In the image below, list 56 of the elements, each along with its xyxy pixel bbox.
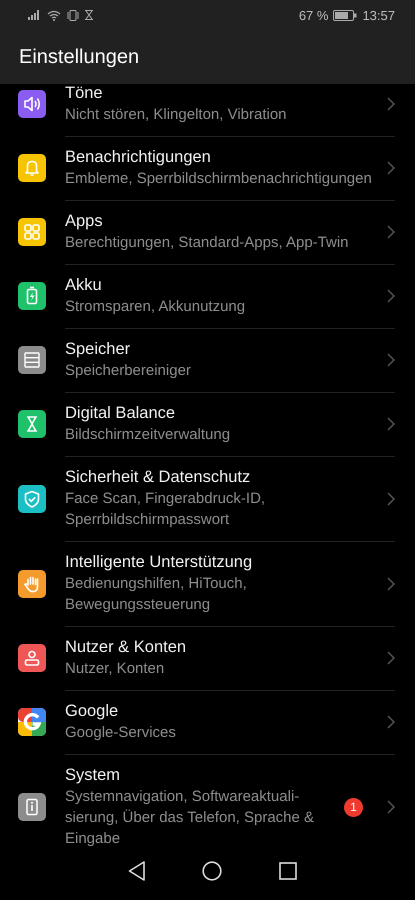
item-title: Digital Balance [65,403,176,424]
item-subtitle: Embleme, Sperrbildschirmbenachrichtigungen [65,169,373,189]
clock: 13:57 [362,8,395,22]
recents-icon[interactable] [278,862,297,880]
wifi-icon [47,10,61,20]
chevron-icon [387,353,395,367]
item-subtitle: Nutzer, Konten [65,659,166,679]
signal-icon [28,10,42,20]
screen-title: Einstellungen [19,46,140,68]
chevron-icon [387,492,395,506]
item-subtitle: Google-Services [65,723,177,743]
item-subtitle: Bildschirmzeitverwaltung [65,425,232,445]
settings-item[interactable]: Akku Stromsparen, Akkunutzung [0,264,415,328]
item-title: Sicherheit & Datenschutz [65,467,252,488]
chevron-icon [387,97,395,111]
home-icon[interactable] [202,861,222,881]
battery-icon [333,10,358,20]
settings-item[interactable]: Benachrichtigungen Embleme, Sperrbildschirmbenachrichtigungen [0,136,415,200]
item-title: Apps [65,211,104,232]
battery-percentage: 67 % [298,8,328,22]
item-subtitle: Nicht stören, Klingelton, Vibration [65,105,288,125]
chevron-icon [387,651,395,665]
vibrate-icon [66,10,80,20]
settings-item[interactable]: Nutzer & Konten Nutzer, Konten [0,626,415,690]
back-icon[interactable] [128,861,146,881]
item-subtitle: Bedienungshilfen, HiTouch, Bewegungssteuerung [65,574,248,615]
item-title: Akku [65,275,103,296]
chevron-icon [387,225,395,239]
chevron-icon [387,417,395,431]
chevron-icon [387,715,395,729]
settings-item[interactable]: Speicher Speicherbereiniger [0,328,415,392]
item-title: Intelligente Unterstützung [65,552,254,573]
settings-item[interactable]: Digital Balance Bildschirmzeitverwaltung [0,392,415,456]
hourglass-icon [85,10,93,20]
settings-item[interactable]: Sicherheit & Datenschutz Face Scan, Fingerabdruck-ID, Sperrbildschirmpasswort [0,456,415,541]
notification-badge: 1 [344,798,363,816]
item-title: System [65,765,122,786]
item-title: Töne [65,84,104,104]
item-title: Google [65,701,120,722]
item-title: Speicher [65,339,132,360]
chevron-icon [387,289,395,303]
settings-item[interactable]: Apps Berechtigungen, Standard-Apps, App-Twin [0,200,415,264]
item-title: Nutzer & Konten [65,637,188,658]
item-subtitle: Systemnavigation, Softwareaktuali-sierung, Über das Telefon, Sprache & Eingabe [65,787,316,848]
chevron-icon [387,161,395,175]
item-title: Benachrichtigungen [65,147,212,168]
settings-item[interactable]: Töne Nicht stören, Klingelton, Vibration [0,84,415,136]
item-subtitle: Stromsparen, Akkunutzung [65,297,246,317]
chevron-icon [387,800,395,814]
chevron-icon [387,576,395,590]
item-subtitle: Berechtigungen, Standard-Apps, App-Twin [65,233,350,253]
settings-item[interactable]: Google Google-Services [0,690,415,754]
item-subtitle: Speicherbereiniger [65,361,192,381]
settings-item[interactable]: System Systemnavigation, Softwareaktuali-sierung, Über das Telefon, Sprache & Eingabe 1 [0,754,415,848]
settings-item[interactable]: Intelligente Unterstützung Bedienungshilfen, HiTouch, Bewegungssteuerung [0,541,415,626]
item-subtitle: Face Scan, Fingerabdruck-ID, Sperrbildschirmpasswort [65,489,266,530]
